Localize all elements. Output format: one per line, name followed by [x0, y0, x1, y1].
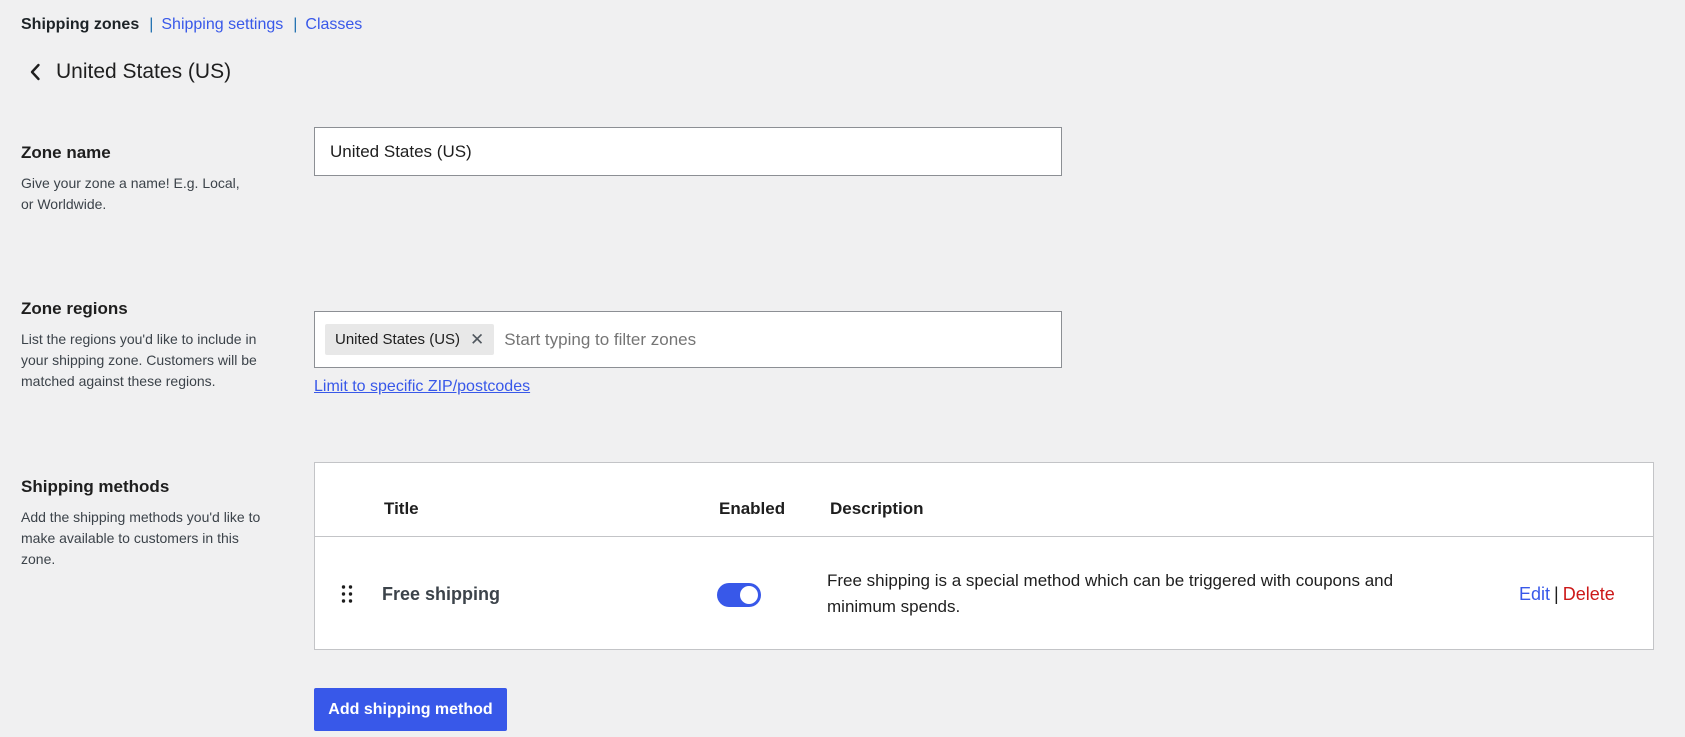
subnav-classes-link[interactable]: Classes	[305, 16, 362, 34]
edit-method-link[interactable]: Edit	[1519, 584, 1550, 604]
region-chip-label: United States (US)	[335, 331, 461, 348]
zone-regions-section: Zone regions List the regions you'd like…	[21, 299, 271, 392]
shipping-methods-table: Title Enabled Description Free shipping …	[314, 462, 1654, 650]
column-header-description: Description	[830, 499, 924, 518]
column-header-enabled: Enabled	[719, 499, 786, 518]
toggle-knob	[740, 586, 758, 604]
limit-postcodes-link[interactable]: Limit to specific ZIP/postcodes	[314, 378, 530, 396]
shipping-methods-help: Add the shipping methods you'd like to m…	[21, 509, 261, 567]
method-enabled-toggle[interactable]	[717, 583, 761, 607]
zone-name-help: Give your zone a name! E.g. Local, or Wo…	[21, 175, 240, 212]
chevron-left-icon	[30, 63, 40, 81]
add-shipping-method-button[interactable]: Add shipping method	[314, 688, 507, 731]
zone-regions-search-input[interactable]	[502, 328, 1051, 351]
subnav-separator: |	[149, 16, 154, 33]
zone-name-label: Zone name	[21, 143, 111, 162]
zone-name-input[interactable]	[314, 127, 1062, 176]
zone-regions-field[interactable]: United States (US) ✕	[314, 311, 1062, 368]
column-header-title: Title	[384, 499, 419, 518]
page-title: United States (US)	[56, 60, 232, 83]
method-description: Free shipping is a special method which …	[827, 571, 1394, 616]
subnav: Shipping zones | Shipping settings | Cla…	[21, 16, 362, 34]
region-chip: United States (US) ✕	[325, 324, 495, 355]
zone-name-section: Zone name Give your zone a name! E.g. Lo…	[21, 143, 271, 215]
zone-regions-help: List the regions you'd like to include i…	[21, 331, 257, 389]
method-actions: Edit | Delete	[1519, 584, 1615, 605]
actions-separator: |	[1554, 584, 1559, 604]
close-icon[interactable]: ✕	[470, 331, 484, 348]
subnav-shipping-zones: Shipping zones	[21, 16, 140, 33]
subnav-separator: |	[293, 16, 298, 33]
shipping-methods-label: Shipping methods	[21, 477, 170, 496]
back-button[interactable]	[26, 62, 44, 82]
method-title: Free shipping	[382, 584, 501, 604]
drag-handle-icon[interactable]	[340, 584, 354, 604]
table-header-divider	[315, 536, 1653, 537]
page-header: United States (US)	[26, 60, 231, 84]
delete-method-link[interactable]: Delete	[1563, 584, 1615, 604]
subnav-shipping-settings-link[interactable]: Shipping settings	[161, 16, 283, 34]
shipping-methods-section: Shipping methods Add the shipping method…	[21, 477, 271, 570]
zone-regions-label: Zone regions	[21, 299, 128, 318]
